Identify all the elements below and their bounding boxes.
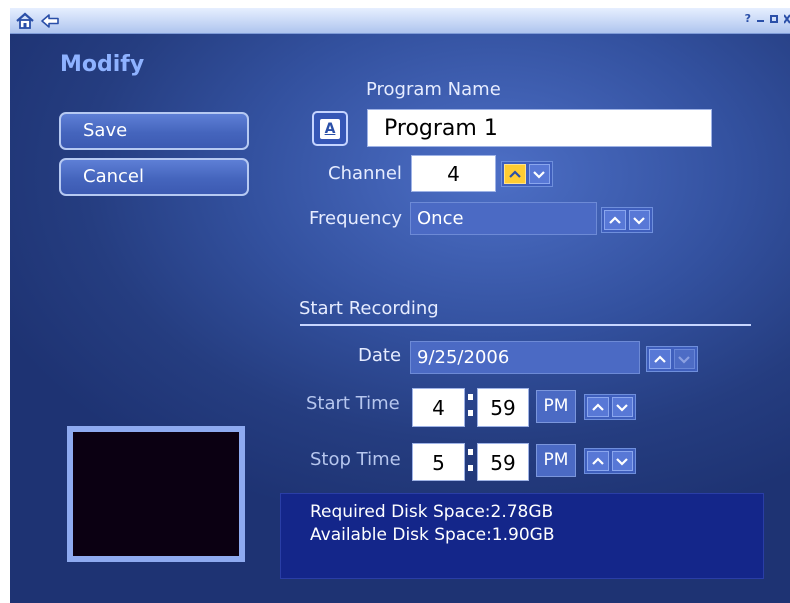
stop-minute-input[interactable]: 59 [477,443,529,481]
back-arrow-icon[interactable] [40,11,60,31]
start-time-down-button[interactable] [611,397,633,417]
video-preview [67,426,245,562]
start-recording-heading: Start Recording [299,298,439,319]
start-minute-input[interactable]: 59 [477,388,529,427]
stop-time-colon-bottom [468,465,473,471]
date-down-button[interactable] [673,349,695,369]
date-select[interactable]: 9/25/2006 [410,341,640,374]
chevron-down-icon [633,216,646,225]
available-disk-space: Available Disk Space:1.90GB [310,525,555,545]
minimize-icon[interactable] [757,20,764,22]
stop-time-label: Stop Time [310,449,401,470]
app-window: ? Modify Save Cancel Program Name A Prog… [10,8,790,603]
date-label: Date [358,345,402,366]
chevron-up-icon [591,456,604,465]
chevron-down-icon [533,170,546,179]
chevron-up-icon [653,354,666,363]
stop-time-down-button[interactable] [611,451,633,471]
stop-time-stepper [584,448,636,474]
chevron-down-icon [616,403,629,412]
keyboard-button[interactable]: A [312,111,348,146]
chevron-down-icon [678,355,691,364]
close-icon[interactable] [784,13,790,24]
date-stepper [646,346,698,372]
chevron-up-icon [608,215,621,224]
section-divider [300,324,751,326]
stop-ampm-toggle[interactable]: PM [536,444,576,477]
start-ampm-toggle[interactable]: PM [536,390,576,423]
title-bar: ? [10,8,790,34]
chevron-up-icon [591,402,604,411]
disk-space-panel: Required Disk Space:2.78GB Available Dis… [280,493,764,579]
home-icon[interactable] [15,11,35,31]
frequency-label: Frequency [309,208,402,229]
date-up-button[interactable] [649,349,671,369]
channel-input[interactable]: 4 [411,155,496,192]
window-controls: ? [745,12,790,25]
stop-hour-input[interactable]: 5 [412,443,465,481]
stop-time-up-button[interactable] [587,451,609,471]
start-time-colon-top [468,394,473,400]
start-time-up-button[interactable] [587,397,609,417]
maximize-icon[interactable] [770,14,778,23]
frequency-select[interactable]: Once [410,202,597,235]
start-time-label: Start Time [306,393,400,414]
program-name-label: Program Name [366,79,501,100]
cancel-button[interactable]: Cancel [59,158,249,196]
keyboard-icon: A [320,119,340,139]
start-hour-input[interactable]: 4 [412,388,465,427]
chevron-down-icon [616,457,629,466]
chevron-up-icon [508,169,521,178]
channel-label: Channel [328,163,402,184]
frequency-down-button[interactable] [628,210,650,230]
start-time-stepper [584,394,636,420]
start-time-colon-bottom [468,410,473,416]
frequency-stepper [601,207,653,233]
save-button[interactable]: Save [59,112,249,150]
page-title: Modify [60,52,145,77]
help-icon[interactable]: ? [745,12,751,25]
keyboard-icon-letter: A [324,121,336,137]
channel-stepper [501,161,553,187]
program-name-input[interactable]: Program 1 [367,109,712,147]
required-disk-space: Required Disk Space:2.78GB [310,502,554,522]
stop-time-colon-top [468,449,473,455]
channel-up-button[interactable] [504,164,526,184]
frequency-up-button[interactable] [604,210,626,230]
channel-down-button[interactable] [528,164,550,184]
